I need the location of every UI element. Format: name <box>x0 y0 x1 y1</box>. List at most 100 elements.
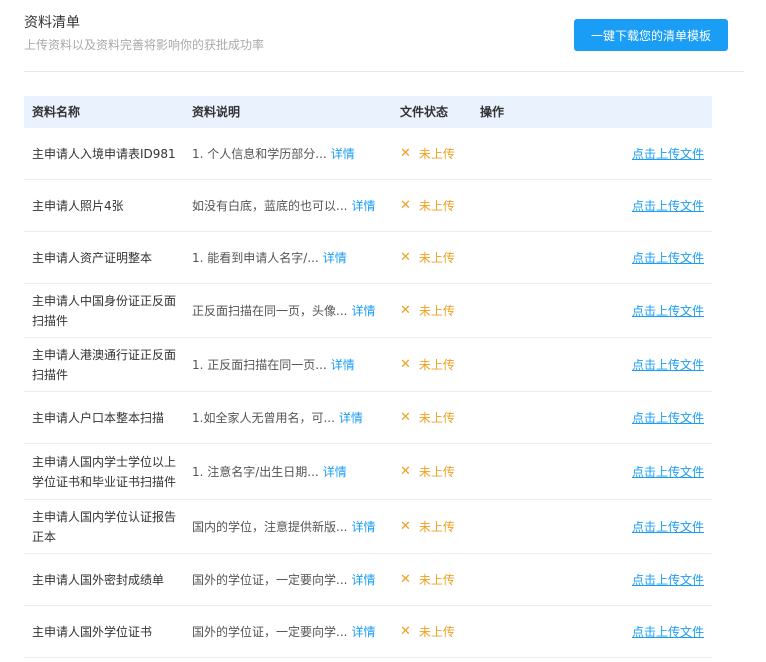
upload-file-link[interactable]: 点击上传文件 <box>632 463 704 480</box>
status-text: 未上传 <box>418 465 455 479</box>
description-text: 国外的学位证，一定要向学... <box>192 573 348 587</box>
status-text: 未上传 <box>418 358 455 372</box>
table-row: 主申请人国外密封成绩单 国外的学位证，一定要向学... 详情 ✕ 未上传 点击上传文件 <box>24 554 712 606</box>
upload-file-link[interactable]: 点击上传文件 <box>632 249 704 266</box>
table-header: 资料名称 资料说明 文件状态 操作 <box>24 96 712 128</box>
close-icon: ✕ <box>400 464 411 479</box>
detail-link[interactable]: 详情 <box>351 518 375 535</box>
detail-link[interactable]: 详情 <box>351 197 375 214</box>
document-name-text: 主申请人国内学位认证报告正本 <box>32 509 177 544</box>
description-text: 1. 能看到申请人名字/... <box>192 251 319 265</box>
description-text: 1.如全家人无曾用名，可... <box>192 411 335 425</box>
detail-link[interactable]: 详情 <box>351 623 375 640</box>
table-row: 主申请人照片4张 如没有白底，蓝底的也可以... 详情 ✕ 未上传 点击上传文件 <box>24 180 712 232</box>
close-icon: ✕ <box>400 303 411 318</box>
upload-file-link[interactable]: 点击上传文件 <box>632 623 704 640</box>
document-name-text: 主申请人国内学士学位以上学位证书和毕业证书扫描件 <box>32 454 177 489</box>
upload-cell: 点击上传文件 <box>604 444 712 499</box>
status-text: 未上传 <box>418 573 455 587</box>
table-row: 主申请人中国身份证正反面扫描件 正反面扫描在同一页，头像... 详情 ✕ 未上传 点击上传… <box>24 284 712 338</box>
document-name-text: 主申请人国外学位证书 <box>32 624 153 639</box>
file-status: ✕ 未上传 <box>400 128 480 179</box>
document-name: 主申请人港澳通行证正反面扫描件 <box>32 338 182 391</box>
upload-cell: 点击上传文件 <box>604 128 712 179</box>
table-row: 主申请人入境申请表ID981 1. 个人信息和学历部分... 详情 ✕ 未上传 点击上传文… <box>24 128 712 180</box>
upload-cell: 点击上传文件 <box>604 554 712 605</box>
detail-link[interactable]: 详情 <box>323 463 347 480</box>
document-checklist-panel: 资料清单 上传资料以及资料完善将影响你的获批成功率 一键下载您的清单模板 资料名… <box>0 0 766 662</box>
upload-file-link[interactable]: 点击上传文件 <box>632 145 704 162</box>
document-description: 1. 能看到申请人名字/... 详情 <box>192 232 392 283</box>
document-description: 1.如全家人无曾用名，可... 详情 <box>192 392 392 443</box>
document-description: 如没有白底，蓝底的也可以... 详情 <box>192 180 392 231</box>
description-text: 1. 注意名字/出生日期... <box>192 465 319 479</box>
upload-cell: 点击上传文件 <box>604 338 712 391</box>
document-name: 主申请人照片4张 <box>32 180 182 231</box>
description-text: 国外的学位证，一定要向学... <box>192 625 348 639</box>
upload-cell: 点击上传文件 <box>604 180 712 231</box>
status-text: 未上传 <box>418 625 455 639</box>
page-title: 资料清单 <box>24 15 80 31</box>
upload-cell: 点击上传文件 <box>604 606 712 657</box>
status-text: 未上传 <box>418 520 455 534</box>
file-status: ✕ 未上传 <box>400 180 480 231</box>
close-icon: ✕ <box>400 624 411 639</box>
description-text: 国内的学位，注意提供新版... <box>192 520 348 534</box>
close-icon: ✕ <box>400 198 411 213</box>
document-description: 国外的学位证，一定要向学... 详情 <box>192 606 392 657</box>
document-name: 主申请人户口本整本扫描 <box>32 392 182 443</box>
description-text: 1. 个人信息和学历部分... <box>192 147 327 161</box>
upload-cell: 点击上传文件 <box>604 232 712 283</box>
detail-link[interactable]: 详情 <box>331 145 355 162</box>
download-template-button[interactable]: 一键下载您的清单模板 <box>574 19 728 51</box>
description-text: 如没有白底，蓝底的也可以... <box>192 199 348 213</box>
page-subtitle: 上传资料以及资料完善将影响你的获批成功率 <box>24 38 265 52</box>
status-text: 未上传 <box>418 199 455 213</box>
upload-file-link[interactable]: 点击上传文件 <box>632 356 704 373</box>
close-icon: ✕ <box>400 250 411 265</box>
document-description: 国外的学位证，一定要向学... 详情 <box>192 554 392 605</box>
document-name: 主申请人国内学位认证报告正本 <box>32 500 182 553</box>
upload-file-link[interactable]: 点击上传文件 <box>632 518 704 535</box>
table-row: 主申请人国外学位证书 国外的学位证，一定要向学... 详情 ✕ 未上传 点击上传文件 <box>24 606 712 658</box>
document-name-text: 主申请人照片4张 <box>32 198 124 213</box>
upload-file-link[interactable]: 点击上传文件 <box>632 571 704 588</box>
document-name-text: 主申请人入境申请表ID981 <box>32 146 176 161</box>
column-header-description: 资料说明 <box>192 105 241 119</box>
table-row: 主申请人港澳通行证正反面扫描件 1. 正反面扫描在同一页... 详情 ✕ 未上传 点击上传… <box>24 338 712 392</box>
upload-file-link[interactable]: 点击上传文件 <box>632 197 704 214</box>
status-text: 未上传 <box>418 147 455 161</box>
file-status: ✕ 未上传 <box>400 606 480 657</box>
detail-link[interactable]: 详情 <box>351 302 375 319</box>
upload-file-link[interactable]: 点击上传文件 <box>632 409 704 426</box>
status-text: 未上传 <box>418 411 455 425</box>
panel-header: 资料清单 上传资料以及资料完善将影响你的获批成功率 一键下载您的清单模板 <box>24 0 744 72</box>
document-name: 主申请人入境申请表ID981 <box>32 128 182 179</box>
detail-link[interactable]: 详情 <box>323 249 347 266</box>
document-name: 主申请人国外学位证书 <box>32 606 182 657</box>
detail-link[interactable]: 详情 <box>331 356 355 373</box>
close-icon: ✕ <box>400 572 411 587</box>
upload-cell: 点击上传文件 <box>604 284 712 337</box>
table-row: 主申请人国内学位认证报告正本 国内的学位，注意提供新版... 详情 ✕ 未上传 点击上传文… <box>24 500 712 554</box>
detail-link[interactable]: 详情 <box>351 571 375 588</box>
document-description: 正反面扫描在同一页，头像... 详情 <box>192 284 392 337</box>
description-text: 正反面扫描在同一页，头像... <box>192 304 348 318</box>
close-icon: ✕ <box>400 519 411 534</box>
file-status: ✕ 未上传 <box>400 500 480 553</box>
column-header-status: 文件状态 <box>400 105 449 119</box>
document-name: 主申请人国外密封成绩单 <box>32 554 182 605</box>
close-icon: ✕ <box>400 357 411 372</box>
file-status: ✕ 未上传 <box>400 232 480 283</box>
upload-file-link[interactable]: 点击上传文件 <box>632 302 704 319</box>
file-status: ✕ 未上传 <box>400 284 480 337</box>
document-name-text: 主申请人户口本整本扫描 <box>32 410 165 425</box>
document-description: 国内的学位，注意提供新版... 详情 <box>192 500 392 553</box>
detail-link[interactable]: 详情 <box>339 409 363 426</box>
document-description: 1. 个人信息和学历部分... 详情 <box>192 128 392 179</box>
document-name: 主申请人国内学士学位以上学位证书和毕业证书扫描件 <box>32 444 182 499</box>
document-name-text: 主申请人国外密封成绩单 <box>32 572 165 587</box>
status-text: 未上传 <box>418 304 455 318</box>
document-name-text: 主申请人资产证明整本 <box>32 250 153 265</box>
document-name: 主申请人中国身份证正反面扫描件 <box>32 284 182 337</box>
